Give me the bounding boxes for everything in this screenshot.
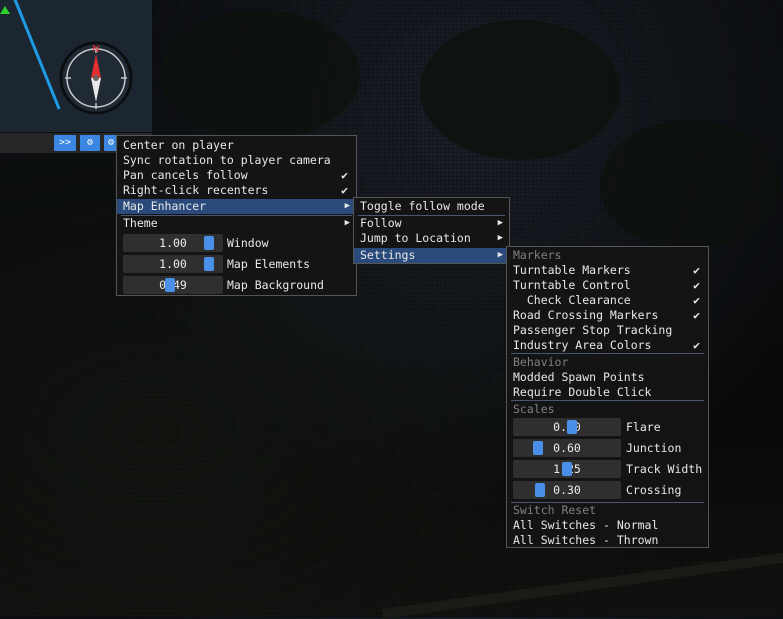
menu-item-center-on-player[interactable]: Center on player bbox=[117, 138, 356, 153]
submenu-arrow-icon: ▶ bbox=[497, 218, 503, 228]
slider-label-flare: Flare bbox=[626, 420, 661, 434]
map-context-menu: Center on player Sync rotation to player… bbox=[116, 135, 357, 296]
slider-handle[interactable] bbox=[204, 257, 214, 271]
minimap-track-line bbox=[12, 0, 61, 110]
window-scale-slider[interactable]: 1.00 bbox=[123, 234, 223, 252]
submenu-arrow-icon: ▶ bbox=[344, 218, 350, 228]
section-header-behavior: Behavior bbox=[513, 355, 569, 369]
map-background-slider[interactable]: 0.49 bbox=[123, 276, 223, 294]
slider-handle[interactable] bbox=[567, 420, 577, 434]
toggle-turntable-control[interactable]: Turntable Control ✔ bbox=[507, 278, 708, 293]
compass-icon: N bbox=[59, 41, 133, 115]
toggle-modded-spawn-points[interactable]: Modded Spawn Points bbox=[507, 370, 708, 385]
reset-all-switches-thrown[interactable]: All Switches - Thrown bbox=[507, 533, 708, 548]
checkmark-icon: ✔ bbox=[693, 263, 700, 277]
menu-item-settings[interactable]: Settings ▶ bbox=[354, 248, 509, 263]
toggle-road-crossing-markers[interactable]: Road Crossing Markers ✔ bbox=[507, 308, 708, 323]
menu-item-follow[interactable]: Follow ▶ bbox=[354, 216, 509, 231]
minimap[interactable]: N bbox=[0, 0, 152, 132]
settings-button[interactable]: ⚙ bbox=[80, 135, 100, 151]
section-header-scales: Scales bbox=[513, 402, 555, 416]
slider-label-map-background: Map Background bbox=[227, 278, 324, 292]
toggle-require-double-click[interactable]: Require Double Click bbox=[507, 385, 708, 400]
map-elements-scale-slider[interactable]: 1.00 bbox=[123, 255, 223, 273]
flare-scale-slider[interactable]: 0.60 bbox=[513, 418, 621, 436]
section-header-markers: Markers bbox=[513, 248, 562, 262]
expand-button[interactable]: >> bbox=[54, 135, 76, 151]
menu-item-toggle-follow-mode[interactable]: Toggle follow mode bbox=[354, 199, 509, 214]
slider-label-track-width: Track Width bbox=[626, 462, 703, 476]
submenu-arrow-icon: ▶ bbox=[497, 250, 503, 260]
scene-tree bbox=[420, 20, 620, 160]
checkmark-icon: ✔ bbox=[341, 168, 348, 182]
checkmark-icon: ✔ bbox=[341, 183, 348, 197]
checkmark-icon: ✔ bbox=[693, 293, 700, 307]
compass-north-label: N bbox=[92, 44, 99, 55]
menu-item-map-enhancer[interactable]: Map Enhancer ▶ bbox=[117, 199, 356, 214]
section-header-switch-reset: Switch Reset bbox=[513, 503, 597, 517]
toggle-check-clearance[interactable]: Check Clearance ✔ bbox=[507, 293, 708, 308]
crossing-scale-slider[interactable]: 0.30 bbox=[513, 481, 621, 499]
scene-tree bbox=[600, 120, 780, 250]
slider-label-window: Window bbox=[227, 236, 269, 250]
menu-item-theme[interactable]: Theme ▶ bbox=[117, 216, 356, 231]
slider-value: 0.60 bbox=[553, 441, 581, 455]
reset-all-switches-normal[interactable]: All Switches - Normal bbox=[507, 518, 708, 533]
slider-handle[interactable] bbox=[535, 483, 545, 497]
toggle-industry-area-colors[interactable]: Industry Area Colors ✔ bbox=[507, 338, 708, 353]
separator bbox=[511, 400, 704, 401]
separator bbox=[511, 353, 704, 354]
slider-label-crossing: Crossing bbox=[626, 483, 682, 497]
slider-label-junction: Junction bbox=[626, 441, 682, 455]
junction-scale-slider[interactable]: 0.60 bbox=[513, 439, 621, 457]
slider-handle[interactable] bbox=[204, 236, 214, 250]
slider-handle[interactable] bbox=[533, 441, 543, 455]
slider-handle[interactable] bbox=[562, 462, 572, 476]
settings-submenu: Markers Turntable Markers ✔ Turntable Con… bbox=[506, 246, 709, 548]
slider-label-map-elements: Map Elements bbox=[227, 257, 311, 271]
toggle-turntable-markers[interactable]: Turntable Markers ✔ bbox=[507, 263, 708, 278]
player-marker-icon bbox=[0, 6, 10, 14]
menu-item-sync-rotation[interactable]: Sync rotation to player camera bbox=[117, 153, 356, 168]
submenu-arrow-icon: ▶ bbox=[344, 201, 350, 211]
checkmark-icon: ✔ bbox=[693, 308, 700, 322]
menu-item-right-click-recenters[interactable]: Right-click recenters ✔ bbox=[117, 183, 356, 198]
checkmark-icon: ✔ bbox=[693, 338, 700, 352]
submenu-arrow-icon: ▶ bbox=[497, 233, 503, 243]
map-enhancer-submenu: Toggle follow mode Follow ▶ Jump to Locat… bbox=[353, 197, 510, 264]
checkmark-icon: ✔ bbox=[693, 278, 700, 292]
track-width-slider[interactable]: 1.25 bbox=[513, 460, 621, 478]
slider-handle[interactable] bbox=[165, 278, 175, 292]
scene-tree bbox=[160, 10, 360, 140]
menu-item-jump-to-location[interactable]: Jump to Location ▶ bbox=[354, 231, 509, 246]
toggle-passenger-stop-tracking[interactable]: Passenger Stop Tracking bbox=[507, 323, 708, 338]
menu-item-pan-cancels-follow[interactable]: Pan cancels follow ✔ bbox=[117, 168, 356, 183]
slider-value: 0.30 bbox=[553, 483, 581, 497]
